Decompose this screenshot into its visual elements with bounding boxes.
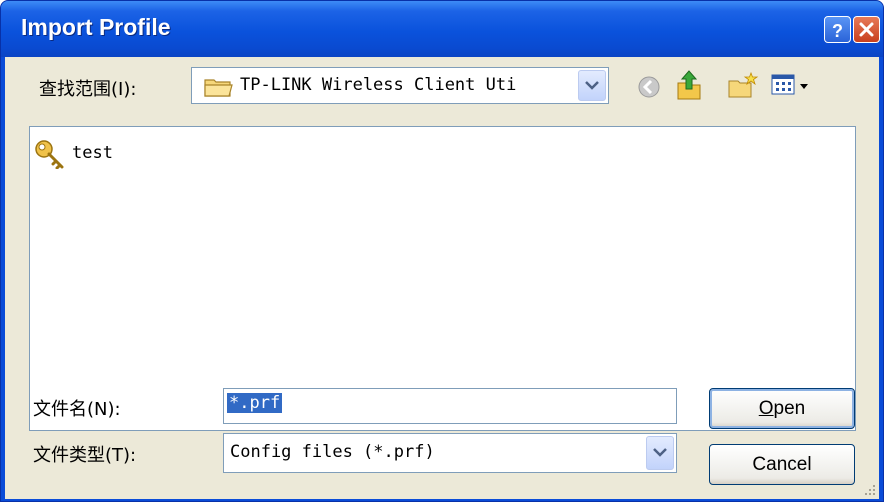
- key-icon: [35, 140, 64, 169]
- open-label: pen: [773, 398, 806, 419]
- look-in-dropdown-button[interactable]: [578, 70, 606, 101]
- help-button[interactable]: ?: [824, 16, 851, 43]
- help-icon: ?: [832, 21, 843, 41]
- file-type-value: Config files (*.prf): [230, 442, 435, 462]
- file-name-input[interactable]: *.prf: [223, 388, 677, 424]
- up-folder-icon[interactable]: [674, 69, 704, 101]
- file-name-label: 文件名(N):: [33, 399, 121, 420]
- cancel-button[interactable]: Cancel: [709, 444, 855, 485]
- resize-grip-icon[interactable]: [863, 483, 877, 497]
- import-profile-dialog: Import Profile ? 查找范围(I): TP-LINK Wirele…: [0, 0, 884, 502]
- close-icon: [859, 22, 874, 37]
- file-type-dropdown-button[interactable]: [646, 436, 674, 470]
- open-button[interactable]: Open: [709, 388, 855, 429]
- back-arrow-icon[interactable]: [637, 75, 661, 99]
- look-in-label: 查找范围(I):: [39, 79, 137, 100]
- chevron-down-icon: [653, 448, 667, 457]
- file-name-value: *.prf: [227, 393, 283, 413]
- file-name-test: test: [72, 143, 113, 163]
- title-bar[interactable]: Import Profile ?: [1, 1, 883, 57]
- window-title: Import Profile: [21, 14, 171, 40]
- file-list[interactable]: test: [29, 126, 856, 431]
- new-folder-icon[interactable]: [727, 71, 759, 99]
- look-in-value: TP-LINK Wireless Client Uti: [240, 75, 517, 95]
- look-in-combobox[interactable]: TP-LINK Wireless Client Uti: [191, 67, 609, 104]
- view-menu-icon[interactable]: [771, 73, 811, 97]
- close-button[interactable]: [853, 16, 880, 43]
- dialog-client-area: 查找范围(I): TP-LINK Wireless Client Uti tes…: [5, 57, 879, 499]
- file-type-label: 文件类型(T):: [33, 445, 137, 466]
- svg-text:?: ?: [832, 21, 843, 41]
- file-type-combobox[interactable]: Config files (*.prf): [223, 433, 677, 473]
- folder-icon: [204, 79, 233, 97]
- chevron-down-icon: [585, 81, 599, 90]
- open-mnemonic: O: [758, 398, 774, 419]
